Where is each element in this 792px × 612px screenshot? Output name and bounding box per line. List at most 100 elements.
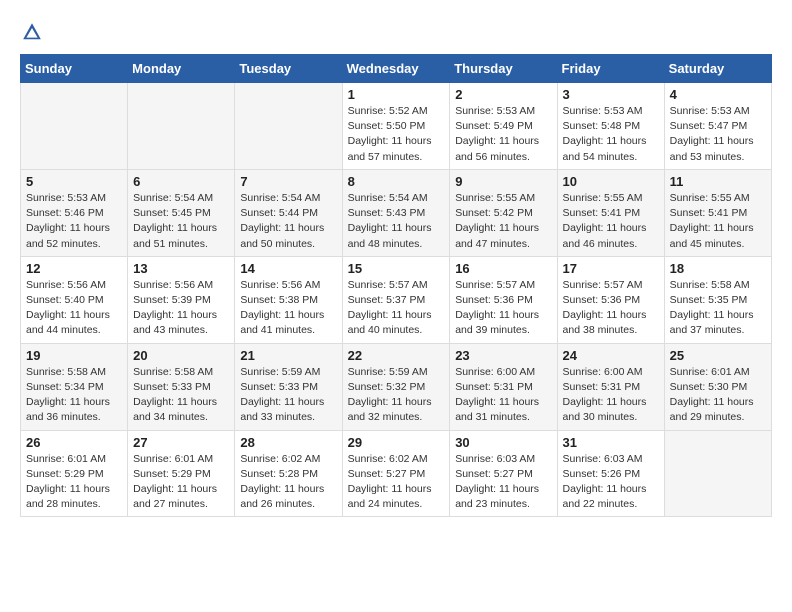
day-number: 21	[240, 348, 336, 363]
day-info: Sunrise: 5:57 AMSunset: 5:36 PMDaylight:…	[563, 278, 659, 339]
calendar-cell	[235, 83, 342, 170]
day-info: Sunrise: 6:00 AMSunset: 5:31 PMDaylight:…	[563, 365, 659, 426]
weekday-header-sunday: Sunday	[21, 55, 128, 83]
calendar-cell: 20 Sunrise: 5:58 AMSunset: 5:33 PMDayligh…	[128, 343, 235, 430]
weekday-header-tuesday: Tuesday	[235, 55, 342, 83]
calendar-cell: 7 Sunrise: 5:54 AMSunset: 5:44 PMDaylight…	[235, 169, 342, 256]
day-number: 7	[240, 174, 336, 189]
day-number: 5	[26, 174, 122, 189]
weekday-header-thursday: Thursday	[450, 55, 557, 83]
calendar-cell: 1 Sunrise: 5:52 AMSunset: 5:50 PMDaylight…	[342, 83, 450, 170]
day-info: Sunrise: 5:58 AMSunset: 5:35 PMDaylight:…	[670, 278, 766, 339]
calendar-cell: 18 Sunrise: 5:58 AMSunset: 5:35 PMDayligh…	[664, 256, 771, 343]
calendar-cell: 16 Sunrise: 5:57 AMSunset: 5:36 PMDayligh…	[450, 256, 557, 343]
calendar-cell: 29 Sunrise: 6:02 AMSunset: 5:27 PMDayligh…	[342, 430, 450, 517]
day-number: 3	[563, 87, 659, 102]
day-info: Sunrise: 5:56 AMSunset: 5:39 PMDaylight:…	[133, 278, 229, 339]
day-info: Sunrise: 5:56 AMSunset: 5:40 PMDaylight:…	[26, 278, 122, 339]
day-info: Sunrise: 5:56 AMSunset: 5:38 PMDaylight:…	[240, 278, 336, 339]
day-number: 18	[670, 261, 766, 276]
calendar-cell: 13 Sunrise: 5:56 AMSunset: 5:39 PMDayligh…	[128, 256, 235, 343]
calendar-cell	[21, 83, 128, 170]
calendar-cell	[128, 83, 235, 170]
day-info: Sunrise: 5:52 AMSunset: 5:50 PMDaylight:…	[348, 104, 445, 165]
day-info: Sunrise: 5:55 AMSunset: 5:41 PMDaylight:…	[563, 191, 659, 252]
day-info: Sunrise: 6:01 AMSunset: 5:29 PMDaylight:…	[26, 452, 122, 513]
calendar-cell: 4Sunrise: 5:53 AMSunset: 5:47 PMDaylight…	[664, 83, 771, 170]
calendar-cell: 22 Sunrise: 5:59 AMSunset: 5:32 PMDayligh…	[342, 343, 450, 430]
weekday-header-friday: Friday	[557, 55, 664, 83]
calendar-cell: 9 Sunrise: 5:55 AMSunset: 5:42 PMDaylight…	[450, 169, 557, 256]
calendar-cell: 27 Sunrise: 6:01 AMSunset: 5:29 PMDayligh…	[128, 430, 235, 517]
day-info: Sunrise: 5:59 AMSunset: 5:32 PMDaylight:…	[348, 365, 445, 426]
day-info: Sunrise: 5:58 AMSunset: 5:34 PMDaylight:…	[26, 365, 122, 426]
calendar-cell: 17Sunrise: 5:57 AMSunset: 5:36 PMDayligh…	[557, 256, 664, 343]
day-number: 26	[26, 435, 122, 450]
calendar-cell: 25Sunrise: 6:01 AMSunset: 5:30 PMDayligh…	[664, 343, 771, 430]
day-info: Sunrise: 5:54 AMSunset: 5:44 PMDaylight:…	[240, 191, 336, 252]
day-number: 11	[670, 174, 766, 189]
day-info: Sunrise: 6:03 AMSunset: 5:26 PMDaylight:…	[563, 452, 659, 513]
day-info: Sunrise: 6:01 AMSunset: 5:29 PMDaylight:…	[133, 452, 229, 513]
calendar-table: SundayMondayTuesdayWednesdayThursdayFrid…	[20, 54, 772, 517]
day-info: Sunrise: 6:00 AMSunset: 5:31 PMDaylight:…	[455, 365, 551, 426]
logo-icon	[20, 20, 44, 44]
day-number: 10	[563, 174, 659, 189]
calendar-cell: 26 Sunrise: 6:01 AMSunset: 5:29 PMDayligh…	[21, 430, 128, 517]
calendar-cell: 11 Sunrise: 5:55 AMSunset: 5:41 PMDayligh…	[664, 169, 771, 256]
day-info: Sunrise: 5:55 AMSunset: 5:42 PMDaylight:…	[455, 191, 551, 252]
calendar-week-row: 19 Sunrise: 5:58 AMSunset: 5:34 PMDayligh…	[21, 343, 772, 430]
day-info: Sunrise: 6:02 AMSunset: 5:28 PMDaylight:…	[240, 452, 336, 513]
calendar-cell: 21Sunrise: 5:59 AMSunset: 5:33 PMDayligh…	[235, 343, 342, 430]
calendar-cell: 5 Sunrise: 5:53 AMSunset: 5:46 PMDaylight…	[21, 169, 128, 256]
day-number: 6	[133, 174, 229, 189]
day-number: 22	[348, 348, 445, 363]
day-info: Sunrise: 6:03 AMSunset: 5:27 PMDaylight:…	[455, 452, 551, 513]
day-number: 23	[455, 348, 551, 363]
logo	[20, 20, 48, 44]
day-number: 9	[455, 174, 551, 189]
calendar-cell: 30Sunrise: 6:03 AMSunset: 5:27 PMDayligh…	[450, 430, 557, 517]
calendar-week-row: 12 Sunrise: 5:56 AMSunset: 5:40 PMDayligh…	[21, 256, 772, 343]
calendar-cell: 2Sunrise: 5:53 AMSunset: 5:49 PMDaylight…	[450, 83, 557, 170]
day-info: Sunrise: 5:53 AMSunset: 5:46 PMDaylight:…	[26, 191, 122, 252]
day-number: 20	[133, 348, 229, 363]
day-number: 16	[455, 261, 551, 276]
calendar-cell: 6 Sunrise: 5:54 AMSunset: 5:45 PMDaylight…	[128, 169, 235, 256]
page-header	[20, 20, 772, 44]
calendar-cell	[664, 430, 771, 517]
calendar-cell: 10 Sunrise: 5:55 AMSunset: 5:41 PMDayligh…	[557, 169, 664, 256]
day-number: 1	[348, 87, 445, 102]
day-number: 28	[240, 435, 336, 450]
day-number: 15	[348, 261, 445, 276]
calendar-cell: 19 Sunrise: 5:58 AMSunset: 5:34 PMDayligh…	[21, 343, 128, 430]
day-number: 29	[348, 435, 445, 450]
day-info: Sunrise: 6:02 AMSunset: 5:27 PMDaylight:…	[348, 452, 445, 513]
day-number: 2	[455, 87, 551, 102]
calendar-cell: 12 Sunrise: 5:56 AMSunset: 5:40 PMDayligh…	[21, 256, 128, 343]
weekday-header-row: SundayMondayTuesdayWednesdayThursdayFrid…	[21, 55, 772, 83]
calendar-cell: 15 Sunrise: 5:57 AMSunset: 5:37 PMDayligh…	[342, 256, 450, 343]
day-info: Sunrise: 5:58 AMSunset: 5:33 PMDaylight:…	[133, 365, 229, 426]
calendar-week-row: 5 Sunrise: 5:53 AMSunset: 5:46 PMDaylight…	[21, 169, 772, 256]
calendar-cell: 24 Sunrise: 6:00 AMSunset: 5:31 PMDayligh…	[557, 343, 664, 430]
day-number: 31	[563, 435, 659, 450]
day-number: 27	[133, 435, 229, 450]
day-info: Sunrise: 5:54 AMSunset: 5:43 PMDaylight:…	[348, 191, 445, 252]
day-info: Sunrise: 5:54 AMSunset: 5:45 PMDaylight:…	[133, 191, 229, 252]
day-number: 19	[26, 348, 122, 363]
day-number: 8	[348, 174, 445, 189]
day-number: 13	[133, 261, 229, 276]
weekday-header-wednesday: Wednesday	[342, 55, 450, 83]
day-info: Sunrise: 5:55 AMSunset: 5:41 PMDaylight:…	[670, 191, 766, 252]
calendar-cell: 31 Sunrise: 6:03 AMSunset: 5:26 PMDayligh…	[557, 430, 664, 517]
weekday-header-monday: Monday	[128, 55, 235, 83]
weekday-header-saturday: Saturday	[664, 55, 771, 83]
day-info: Sunrise: 5:57 AMSunset: 5:37 PMDaylight:…	[348, 278, 445, 339]
calendar-week-row: 26 Sunrise: 6:01 AMSunset: 5:29 PMDayligh…	[21, 430, 772, 517]
day-info: Sunrise: 5:57 AMSunset: 5:36 PMDaylight:…	[455, 278, 551, 339]
day-info: Sunrise: 5:53 AMSunset: 5:47 PMDaylight:…	[670, 104, 766, 165]
day-info: Sunrise: 5:53 AMSunset: 5:48 PMDaylight:…	[563, 104, 659, 165]
day-number: 12	[26, 261, 122, 276]
day-number: 24	[563, 348, 659, 363]
